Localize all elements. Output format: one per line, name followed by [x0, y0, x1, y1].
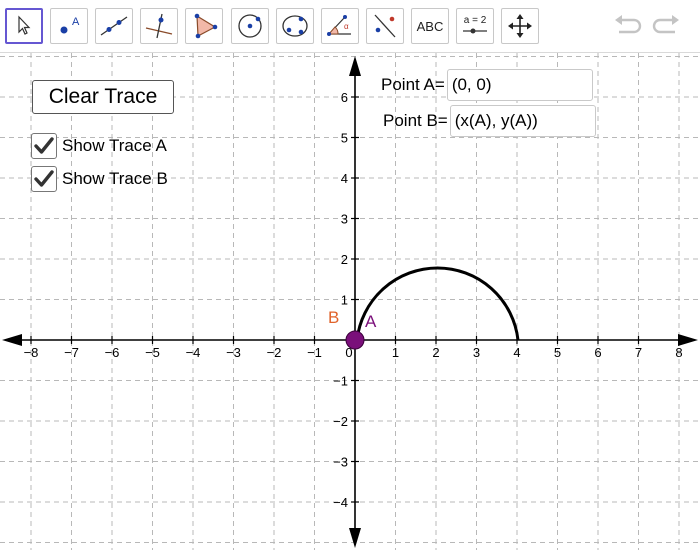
y-tick-label: 2	[341, 252, 348, 267]
y-tick-label: 5	[341, 131, 348, 146]
y-axis-top-arrow	[349, 56, 361, 76]
circle-three-points-tool-icon	[280, 12, 310, 40]
point-b-input-row: Point B= (x(A), y(A))	[383, 105, 596, 137]
undo-icon	[613, 13, 643, 40]
x-tick-label: −7	[64, 345, 79, 360]
y-tick-label: −3	[333, 455, 348, 470]
circle-three-points-tool-button[interactable]	[276, 8, 314, 44]
show-trace-a-label: Show Trace A	[62, 136, 167, 155]
y-tick-label: 3	[341, 212, 348, 227]
point-tool-button[interactable]: A	[50, 8, 88, 44]
show-trace-b-label: Show Trace B	[62, 169, 168, 188]
point-a[interactable]	[345, 330, 365, 350]
slider-tool-icon: a = 2	[459, 12, 491, 40]
svg-text:α: α	[344, 22, 349, 31]
point-b-label: B	[328, 308, 339, 327]
x-tick-label: −1	[307, 345, 322, 360]
move-tool-icon	[14, 15, 34, 37]
toolbar: A α ABC a = 2	[0, 0, 700, 53]
text-tool-button[interactable]: ABC	[411, 8, 449, 44]
x-tick-label: 7	[635, 345, 642, 360]
x-tick-label: 3	[473, 345, 480, 360]
x-tick-label: −3	[226, 345, 241, 360]
redo-button[interactable]	[651, 12, 681, 40]
x-axis-left-arrow	[2, 334, 22, 346]
show-trace-b-checkbox-row[interactable]: Show Trace B	[31, 166, 168, 192]
perpendicular-line-tool-button[interactable]	[140, 8, 178, 44]
clear-trace-button[interactable]: Clear Trace	[32, 80, 174, 114]
y-tick-label: 4	[341, 171, 348, 186]
y-tick-label: −4	[333, 495, 348, 510]
move-tool-button[interactable]	[5, 8, 43, 44]
y-axis-bottom-arrow	[349, 528, 361, 548]
y-tick-label: −1	[333, 374, 348, 389]
x-tick-label: 4	[513, 345, 520, 360]
point-a-input-row: Point A= (0, 0)	[381, 69, 593, 101]
x-tick-label: 1	[392, 345, 399, 360]
point-a-label: A	[365, 312, 377, 331]
point-a-input-label: Point A=	[381, 75, 445, 94]
angle-tool-button[interactable]: α	[321, 8, 359, 44]
text-tool-icon: ABC	[416, 18, 444, 34]
polygon-tool-icon	[189, 12, 219, 40]
x-tick-label: −4	[186, 345, 201, 360]
reflect-tool-icon	[370, 12, 400, 40]
x-tick-label: 6	[594, 345, 601, 360]
move-graphics-view-tool-icon	[507, 13, 533, 39]
svg-text:A: A	[72, 16, 80, 28]
x-tick-label: 8	[675, 345, 682, 360]
show-trace-a-checkbox[interactable]	[31, 133, 57, 159]
y-tick-label: 1	[341, 293, 348, 308]
x-tick-label: −2	[267, 345, 282, 360]
point-tool-icon: A	[55, 13, 83, 39]
undo-button[interactable]	[613, 12, 643, 40]
reflect-tool-button[interactable]	[366, 8, 404, 44]
x-tick-label: 5	[554, 345, 561, 360]
line-tool-button[interactable]	[95, 8, 133, 44]
x-tick-label: −5	[145, 345, 160, 360]
perpendicular-line-tool-icon	[144, 12, 174, 40]
line-tool-icon	[99, 13, 129, 39]
y-tick-label: −2	[333, 414, 348, 429]
x-tick-label: 2	[432, 345, 439, 360]
slider-tool-button[interactable]: a = 2	[456, 8, 494, 44]
x-tick-label: −6	[105, 345, 120, 360]
y-tick-label: 6	[341, 90, 348, 105]
point-b-input[interactable]: (x(A), y(A))	[449, 105, 596, 137]
circle-center-tool-button[interactable]	[231, 8, 269, 44]
show-trace-b-checkbox[interactable]	[31, 166, 57, 192]
checkmark-icon	[34, 170, 54, 187]
redo-icon	[651, 13, 681, 40]
trace-arc	[355, 266, 520, 341]
point-b-input-label: Point B=	[383, 111, 448, 130]
circle-center-point-tool-icon	[236, 12, 264, 40]
move-graphics-view-tool-button[interactable]	[501, 8, 539, 44]
slider-tool-label: a = 2	[464, 15, 487, 26]
checkmark-icon	[34, 137, 54, 154]
polygon-tool-button[interactable]	[185, 8, 223, 44]
point-a-input[interactable]: (0, 0)	[446, 69, 593, 101]
angle-tool-icon: α	[325, 12, 355, 40]
x-tick-label: −8	[24, 345, 39, 360]
show-trace-a-checkbox-row[interactable]: Show Trace A	[31, 133, 167, 159]
